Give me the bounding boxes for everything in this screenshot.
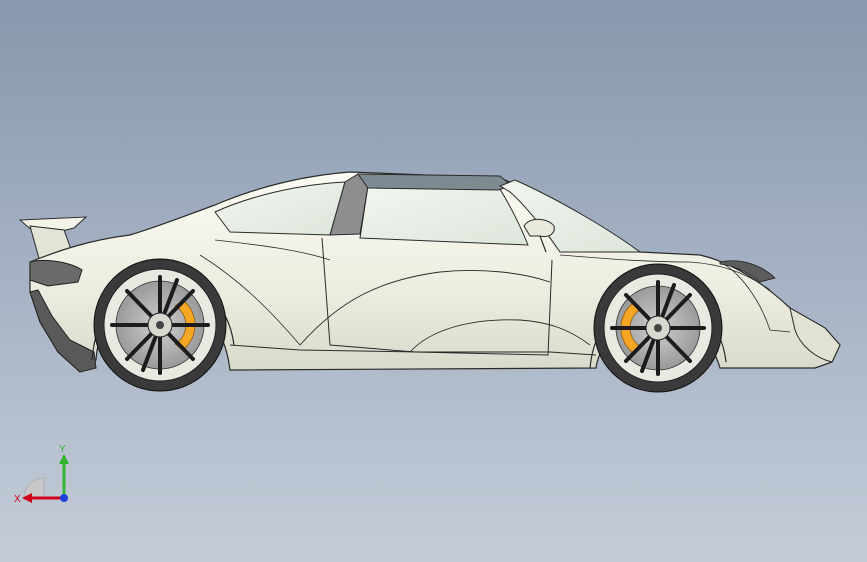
car-model-side-view[interactable] [0, 0, 867, 562]
roof-panel [357, 173, 514, 191]
rear-wheel[interactable] [93, 258, 227, 392]
door-window[interactable] [359, 185, 529, 246]
triad-xz-plane-icon [23, 477, 45, 499]
front-wheel[interactable] [593, 263, 723, 393]
graphics-viewport[interactable]: Y X [0, 0, 867, 562]
triad-y-label: Y [59, 444, 66, 455]
triad-x-label: X [14, 494, 21, 505]
coordinate-triad: Y X [14, 440, 74, 510]
side-mirror[interactable] [523, 218, 555, 237]
triad-z-axis [60, 494, 68, 502]
